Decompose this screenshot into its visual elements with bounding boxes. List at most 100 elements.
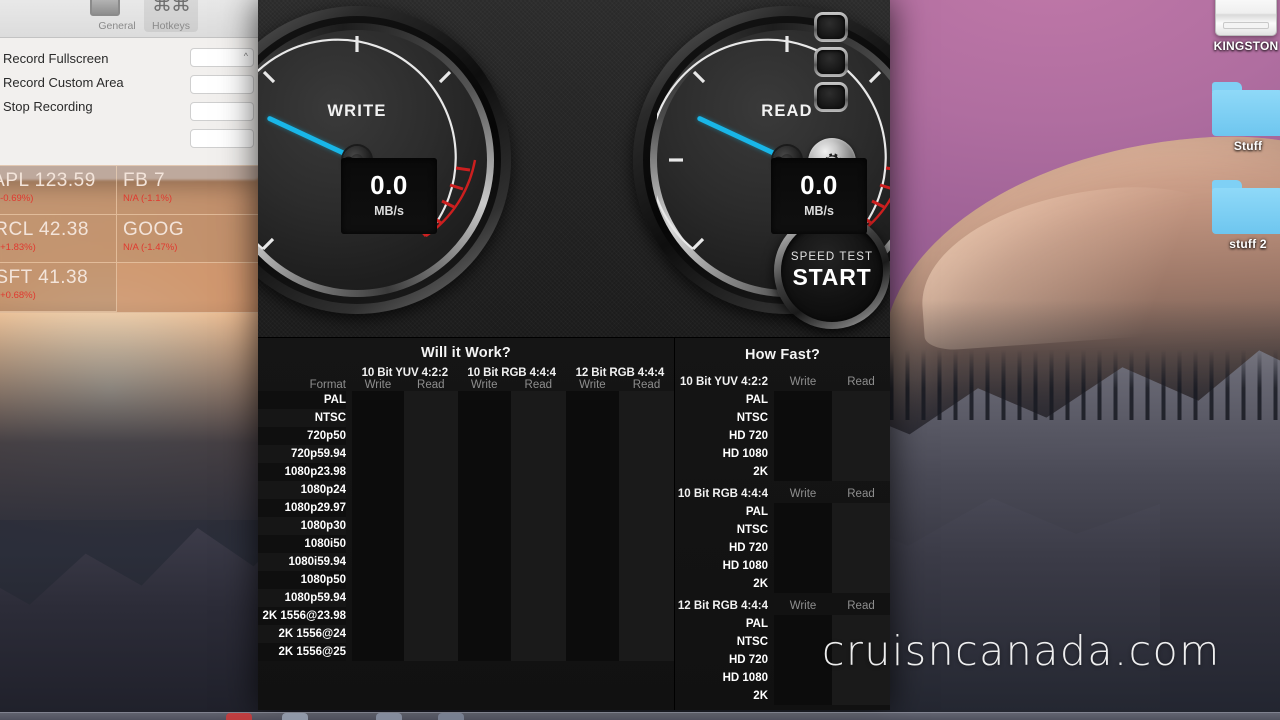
result-cell (565, 535, 619, 553)
status-light-1[interactable] (814, 12, 848, 42)
tab-general[interactable]: General (90, 0, 144, 32)
dock-item[interactable] (226, 713, 252, 720)
table-row: 1080p59.94 (258, 589, 674, 607)
row-label: 1080p30 (258, 517, 346, 535)
dock[interactable] (0, 712, 1280, 720)
result-cell (565, 427, 619, 445)
status-light-3[interactable] (814, 82, 848, 112)
row-label: 2K (753, 578, 768, 590)
result-cell (457, 409, 511, 427)
result-cell (352, 427, 404, 445)
result-cell (832, 409, 890, 427)
section-header-row: 12 Bit RGB 4:4:4 Write Read (675, 593, 890, 615)
row-label: 1080p24 (258, 481, 346, 499)
result-cell (565, 625, 619, 643)
result-cell (457, 517, 511, 535)
hotkey-field-2[interactable] (190, 75, 254, 94)
row-label: 1080i50 (258, 535, 346, 553)
section-group-label: 10 Bit YUV 4:2:2 (680, 376, 768, 388)
result-cell (457, 427, 511, 445)
result-cell (565, 463, 619, 481)
dock-item[interactable] (282, 713, 308, 720)
stock-cell[interactable]: FB 7 N/A (-1.1%) (117, 166, 261, 215)
result-cell (832, 575, 890, 593)
table-row: 1080p29.97 (258, 499, 674, 517)
result-cell (774, 575, 832, 593)
desktop-icon-label: Stuff (1233, 139, 1263, 153)
result-cell (565, 553, 619, 571)
dock-item[interactable] (438, 713, 464, 720)
stock-cell[interactable]: MSFT 41.38 N/A (+0.68%) (0, 263, 117, 312)
stock-cell[interactable]: AAPL 123.59 N/A (-0.69%) (0, 166, 117, 215)
gauge-unit: MB/s (374, 204, 404, 218)
hotkey-fields: ^ (190, 48, 254, 156)
result-cell (774, 521, 832, 539)
result-cell (565, 391, 619, 409)
result-cell (457, 643, 511, 661)
table-row: NTSC (675, 409, 890, 427)
result-cell (510, 409, 566, 427)
gauge-readout: 0.0 MB/s (771, 158, 867, 234)
section-header-row: 10 Bit YUV 4:2:2 Write Read (675, 369, 890, 391)
dock-item[interactable] (376, 713, 402, 720)
section-header-row: 10 Bit RGB 4:4:4 Write Read (675, 481, 890, 503)
result-cell (510, 607, 566, 625)
header-read: Read (632, 379, 661, 391)
result-cell (403, 445, 458, 463)
result-cell (774, 427, 832, 445)
table-row: 1080i50 (258, 535, 674, 553)
result-cell (618, 535, 674, 553)
result-cell (457, 499, 511, 517)
table-row: HD 1080 (675, 557, 890, 575)
row-label: 2K (753, 690, 768, 702)
result-cell (618, 499, 674, 517)
table-row: PAL (675, 503, 890, 521)
result-cell (510, 391, 566, 409)
desktop-icon-stuff-2[interactable]: stuff 2 (1200, 180, 1280, 251)
speed-test-window[interactable]: WRITE 0.0 MB/s READ 0.0 MB/s SPEED TEST … (258, 0, 890, 710)
row-label: PAL (745, 394, 768, 406)
desktop-icon-kingston[interactable]: KINGSTON (1198, 0, 1280, 53)
result-cell (403, 427, 458, 445)
header-write: Write (789, 376, 817, 388)
stock-cell[interactable]: ORCL 42.38 N/A (+1.83%) (0, 214, 117, 264)
hotkey-field-3[interactable] (190, 102, 254, 121)
stock-change: N/A (-1.1%) (123, 193, 173, 204)
hotkey-field-1[interactable]: ^ (190, 48, 254, 67)
hotkey-field-4[interactable] (190, 129, 254, 148)
start-button-label: START (792, 264, 872, 290)
gauge-unit: MB/s (804, 204, 834, 218)
row-label: 1080p59.94 (258, 589, 346, 607)
folder-icon (1212, 82, 1280, 136)
result-cell (403, 571, 458, 589)
folder-icon (1212, 180, 1280, 234)
row-label: HD 1080 (722, 448, 768, 460)
how-fast-title: How Fast? (744, 347, 821, 363)
stocks-widget[interactable]: AAPL 123.59 N/A (-0.69%) FB 7 N/A (-1.1%… (0, 165, 262, 313)
result-cell (457, 571, 511, 589)
row-label: 2K 1556@24 (258, 625, 346, 643)
result-cell (457, 553, 511, 571)
result-cell (510, 481, 566, 499)
stock-cell[interactable]: GOOG N/A (-1.47%) (117, 215, 261, 264)
gauge-write: WRITE 0.0 MB/s (258, 6, 511, 314)
row-label: 2K 1556@25 (258, 643, 346, 661)
status-lights (814, 12, 850, 117)
result-cell (457, 391, 511, 409)
desktop-icon-stuff[interactable]: Stuff (1200, 82, 1280, 153)
tab-general-label: General (98, 20, 136, 32)
stock-symbol-price: MSFT 41.38 (0, 267, 89, 289)
status-light-2[interactable] (814, 47, 848, 77)
table-row: 1080p23.98 (258, 463, 674, 481)
result-cell (565, 499, 619, 517)
background-app-window[interactable]: General ⌘⌘ Hotkeys Record Fullscreen Rec… (0, 0, 260, 180)
tab-hotkeys[interactable]: ⌘⌘ Hotkeys (144, 0, 198, 32)
result-cell (352, 589, 404, 607)
table-row: PAL (675, 391, 890, 409)
result-cell (510, 625, 566, 643)
header-write: Write (789, 488, 817, 500)
table-row: 2K (675, 687, 890, 705)
result-cell (774, 463, 832, 481)
row-label: 720p59.94 (258, 445, 346, 463)
result-cell (457, 589, 511, 607)
